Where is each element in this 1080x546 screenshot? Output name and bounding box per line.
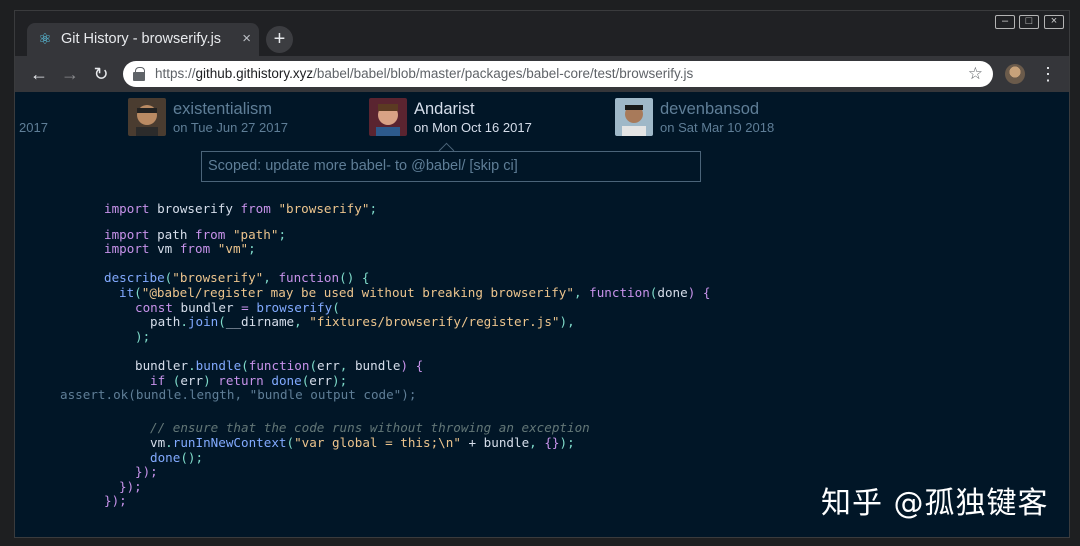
commit-author: existentialism	[173, 100, 273, 118]
code-line: path.join(__dirname, "fixtures/browserif…	[150, 314, 575, 329]
code-line: });	[119, 479, 142, 494]
code-line: import browserify from "browserify";	[104, 201, 378, 216]
code-line: );	[135, 329, 151, 344]
url-host: github.githistory.xyz	[195, 66, 314, 81]
profile-avatar[interactable]	[1005, 64, 1025, 84]
code-line: vm.runInNewContext("var global = this;\n…	[150, 435, 575, 450]
code-line: it("@babel/register may be used without …	[119, 285, 711, 300]
browser-toolbar: ← → ↻ https://github.githistory.xyz/babe…	[15, 56, 1069, 92]
code-line: import path from "path";	[104, 227, 287, 242]
browser-tab[interactable]: ⚛ Git History - browserify.js ×	[27, 23, 259, 56]
author-avatar	[128, 98, 166, 136]
close-tab-icon[interactable]: ×	[242, 30, 251, 47]
react-icon: ⚛	[38, 31, 52, 48]
close-window-button[interactable]: ×	[1044, 15, 1064, 29]
code-line: describe("browserify", function() {	[104, 270, 370, 285]
code-line: done();	[150, 450, 204, 465]
page-content: 2017 existentialism on Tue Jun 27 2017 A…	[15, 92, 1069, 537]
commit-message: Scoped: update more babel- to @babel/ [s…	[208, 158, 518, 174]
commit-author: Andarist	[414, 100, 475, 118]
code-line: });	[135, 464, 158, 479]
commit-date: on Tue Jun 27 2017	[173, 120, 288, 135]
bookmark-star-icon[interactable]: ☆	[968, 64, 983, 84]
code-line: import vm from "vm";	[104, 241, 256, 256]
code-line: if (err) return done(err);	[150, 373, 348, 388]
forward-button[interactable]: →	[57, 61, 83, 87]
commit-message-box: Scoped: update more babel- to @babel/ [s…	[201, 151, 701, 182]
tab-title: Git History - browserify.js	[61, 31, 222, 47]
browser-menu-icon[interactable]: ⋮	[1039, 61, 1057, 87]
watermark: 知乎 @孤独键客	[821, 486, 1049, 521]
url-scheme: https://	[155, 66, 196, 81]
url-path: /babel/babel/blob/master/packages/babel-…	[313, 66, 694, 81]
reload-button[interactable]: ↻	[88, 61, 114, 87]
commit-date: on Mon Oct 16 2017	[414, 120, 532, 135]
commit-date: on Sat Mar 10 2018	[660, 120, 775, 135]
code-line: const bundler = browserify(	[135, 300, 340, 315]
address-bar[interactable]: https://github.githistory.xyz/babel/babe…	[123, 61, 993, 87]
previous-commit-date-stub[interactable]: 2017	[19, 120, 48, 135]
title-bar: ⚛ Git History - browserify.js × + – □ ×	[15, 11, 1069, 56]
lock-icon-body	[133, 72, 145, 81]
new-tab-button[interactable]: +	[266, 26, 293, 53]
minimize-button[interactable]: –	[995, 15, 1015, 29]
code-comment: // ensure that the code runs without thr…	[150, 420, 590, 435]
url-text[interactable]: https://github.githistory.xyz/babel/babe…	[155, 66, 693, 81]
author-avatar	[369, 98, 407, 136]
back-button[interactable]: ←	[26, 61, 52, 87]
browser-window: ⚛ Git History - browserify.js × + – □ × …	[14, 10, 1070, 538]
code-line: });	[104, 493, 127, 508]
commit-author: devenbansod	[660, 100, 760, 118]
author-avatar	[615, 98, 653, 136]
code-line-faded: assert.ok(bundle.length, "bundle output …	[60, 387, 417, 402]
maximize-button[interactable]: □	[1019, 15, 1039, 29]
code-line: bundler.bundle(function(err, bundle) {	[135, 358, 424, 373]
